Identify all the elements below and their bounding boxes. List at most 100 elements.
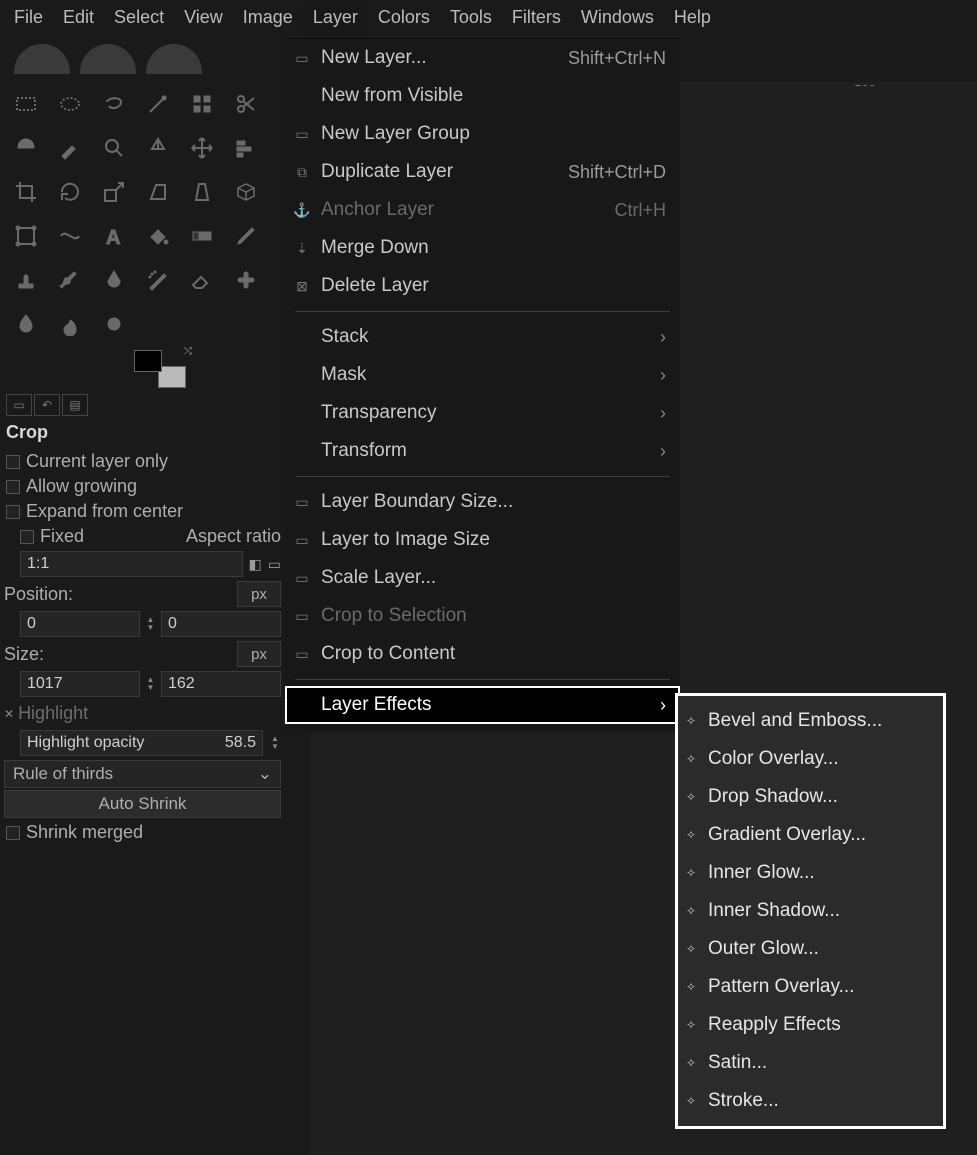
tool-perspective[interactable] <box>182 172 222 212</box>
submenu-drop-shadow[interactable]: ✧Drop Shadow... <box>678 778 943 816</box>
expander-icon[interactable]: ✕ <box>4 707 14 721</box>
menuitem-layer-boundary-size[interactable]: ▭Layer Boundary Size... <box>285 483 680 521</box>
tool-text[interactable]: A <box>94 216 134 256</box>
tool-lasso[interactable] <box>94 84 134 124</box>
menuitem-transform[interactable]: Transform› <box>285 432 680 470</box>
stepper-icon[interactable]: ▲▼ <box>269 730 281 756</box>
guides-select[interactable]: Rule of thirds⌄ <box>4 760 281 788</box>
submenu-stroke[interactable]: ✧Stroke... <box>678 1082 943 1120</box>
menuitem-merge-down[interactable]: ⇣Merge Down <box>285 229 680 267</box>
tool-move[interactable] <box>182 128 222 168</box>
size-unit[interactable]: px <box>237 641 281 667</box>
opt-fixed[interactable]: Fixed <box>20 526 84 547</box>
tool-ink[interactable] <box>94 260 134 300</box>
swap-colors-icon[interactable]: ⤭ <box>184 346 192 357</box>
menuitem-delete-layer[interactable]: ⊠Delete Layer <box>285 267 680 305</box>
menuitem-scale-layer[interactable]: ▭Scale Layer... <box>285 559 680 597</box>
tool-gradient[interactable] <box>182 216 222 256</box>
tool-rect-select[interactable] <box>6 84 46 124</box>
tool-brush[interactable] <box>50 260 90 300</box>
submenu-outer-glow[interactable]: ✧Outer Glow... <box>678 930 943 968</box>
menuitem-stack[interactable]: Stack› <box>285 318 680 356</box>
orientation-landscape-icon[interactable]: ▭ <box>268 556 281 573</box>
opt-shrink-merged[interactable]: Shrink merged <box>4 820 281 845</box>
submenu-satin[interactable]: ✧Satin... <box>678 1044 943 1082</box>
menuitem-new-layer[interactable]: ▭New Layer...Shift+Ctrl+N <box>285 39 680 77</box>
menuitem-duplicate-layer[interactable]: ⧉Duplicate LayerShift+Ctrl+D <box>285 153 680 191</box>
menuitem-layer-effects[interactable]: Layer Effects› <box>285 686 680 724</box>
submenu-bevel-emboss[interactable]: ✧Bevel and Emboss... <box>678 702 943 740</box>
tool-3d[interactable] <box>226 172 266 212</box>
tool-shear[interactable] <box>138 172 178 212</box>
tool-pencil[interactable] <box>226 216 266 256</box>
tool-wand[interactable] <box>138 84 178 124</box>
stepper-icon[interactable]: ▲▼ <box>146 671 155 697</box>
tool-smudge[interactable] <box>50 304 90 344</box>
menuitem-crop-to-content[interactable]: ▭Crop to Content <box>285 635 680 673</box>
opt-allow-growing[interactable]: Allow growing <box>4 474 281 499</box>
dock-tab-images[interactable]: ▤ <box>62 394 88 416</box>
menu-help[interactable]: Help <box>664 3 721 36</box>
size-h-input[interactable]: 162 <box>161 671 281 697</box>
submenu-inner-glow[interactable]: ✧Inner Glow... <box>678 854 943 892</box>
submenu-color-overlay[interactable]: ✧Color Overlay... <box>678 740 943 778</box>
menu-colors[interactable]: Colors <box>368 3 440 36</box>
menu-layer[interactable]: Layer <box>303 3 368 36</box>
bg-color[interactable] <box>158 366 186 388</box>
opt-expand-from-center[interactable]: Expand from center <box>4 499 281 524</box>
size-w-input[interactable]: 1017 <box>20 671 140 697</box>
menuitem-transparency[interactable]: Transparency› <box>285 394 680 432</box>
menu-windows[interactable]: Windows <box>571 3 664 36</box>
menu-select[interactable]: Select <box>104 3 174 36</box>
opt-current-layer-only[interactable]: Current layer only <box>4 449 281 474</box>
tool-crop[interactable] <box>6 172 46 212</box>
tool-by-color[interactable] <box>182 84 222 124</box>
submenu-inner-shadow[interactable]: ✧Inner Shadow... <box>678 892 943 930</box>
submenu-pattern-overlay[interactable]: ✧Pattern Overlay... <box>678 968 943 1006</box>
menuitem-new-from-visible[interactable]: New from Visible <box>285 77 680 115</box>
position-unit[interactable]: px <box>237 581 281 607</box>
menu-tools[interactable]: Tools <box>440 3 502 36</box>
position-y-input[interactable]: 0 <box>161 611 281 637</box>
tool-eraser[interactable] <box>182 260 222 300</box>
tool-warp[interactable] <box>50 216 90 256</box>
aspect-ratio-input[interactable]: 1:1 <box>20 551 243 577</box>
tool-blur[interactable] <box>6 304 46 344</box>
tool-scissors[interactable] <box>226 84 266 124</box>
menu-file[interactable]: File <box>4 3 53 36</box>
tool-handle[interactable] <box>6 216 46 256</box>
position-x-input[interactable]: 0 <box>20 611 140 637</box>
menuitem-mask[interactable]: Mask› <box>285 356 680 394</box>
dock-tab-tool-options[interactable]: ▭ <box>6 394 32 416</box>
tool-measure[interactable] <box>138 128 178 168</box>
tool-align[interactable] <box>226 128 266 168</box>
color-swatch[interactable]: ⤭ <box>134 350 186 388</box>
menu-image[interactable]: Image <box>233 3 303 36</box>
tool-heal[interactable] <box>226 260 266 300</box>
stepper-icon[interactable]: ▲▼ <box>146 611 155 637</box>
script-icon: ✧ <box>686 942 700 956</box>
submenu-reapply-effects[interactable]: ✧Reapply Effects <box>678 1006 943 1044</box>
tool-color-picker[interactable] <box>50 128 90 168</box>
menuitem-layer-to-image-size[interactable]: ▭Layer to Image Size <box>285 521 680 559</box>
tool-zoom[interactable] <box>94 128 134 168</box>
script-icon: ✧ <box>686 980 700 994</box>
tool-dodge[interactable] <box>94 304 134 344</box>
tool-foreground-select[interactable] <box>6 128 46 168</box>
highlight-opacity-input[interactable]: Highlight opacity 58.5 <box>20 730 263 756</box>
fg-color[interactable] <box>134 350 162 372</box>
tool-airbrush[interactable] <box>138 260 178 300</box>
tool-rotate[interactable] <box>50 172 90 212</box>
orientation-portrait-icon[interactable]: ◧ <box>249 556 262 573</box>
menuitem-new-layer-group[interactable]: ▭New Layer Group <box>285 115 680 153</box>
tool-ellipse-select[interactable] <box>50 84 90 124</box>
tool-stamp[interactable] <box>6 260 46 300</box>
menu-view[interactable]: View <box>174 3 233 36</box>
auto-shrink-button[interactable]: Auto Shrink <box>4 790 281 818</box>
tool-bucket[interactable] <box>138 216 178 256</box>
menu-filters[interactable]: Filters <box>502 3 571 36</box>
menu-edit[interactable]: Edit <box>53 3 104 36</box>
tool-scale[interactable] <box>94 172 134 212</box>
submenu-gradient-overlay[interactable]: ✧Gradient Overlay... <box>678 816 943 854</box>
dock-tab-device[interactable]: ↶ <box>34 394 60 416</box>
